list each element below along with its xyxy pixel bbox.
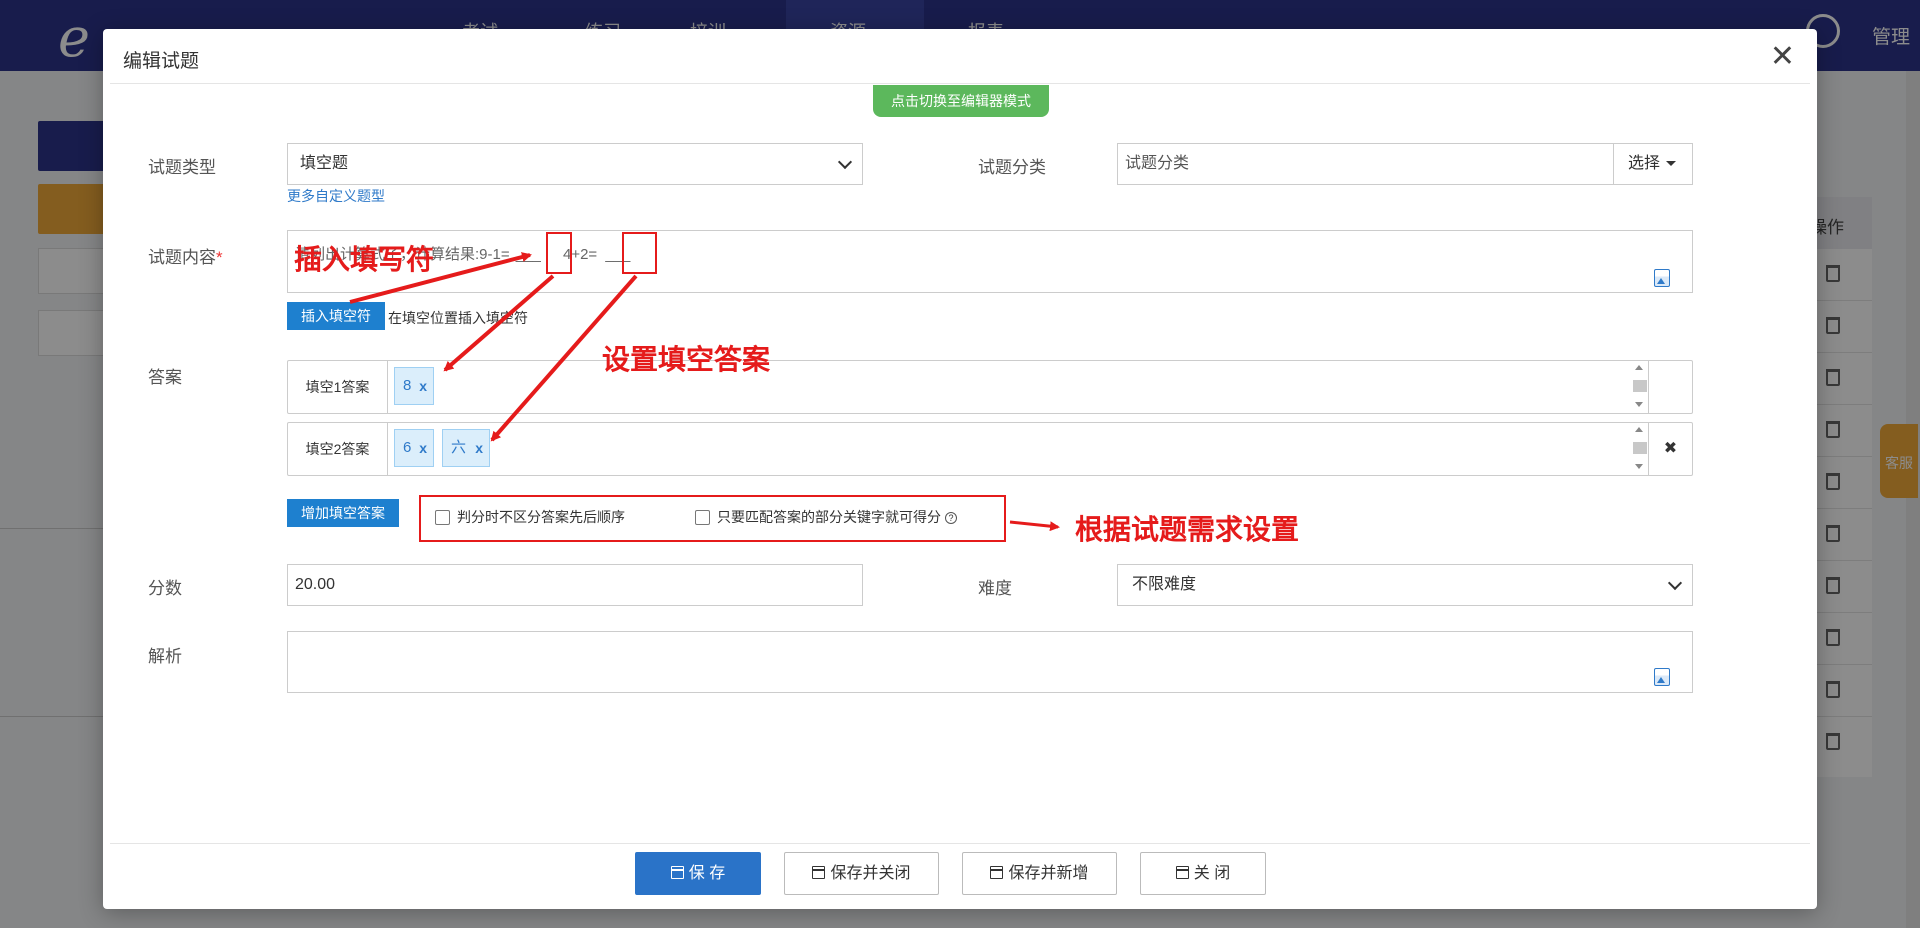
annotation-arrows: [349, 252, 1060, 532]
arrow-options: [1009, 520, 1060, 532]
arrow-blank2-answer: [490, 274, 638, 442]
arrow-blank1-answer: [443, 274, 555, 372]
arrow-insert-blank: [349, 252, 532, 304]
